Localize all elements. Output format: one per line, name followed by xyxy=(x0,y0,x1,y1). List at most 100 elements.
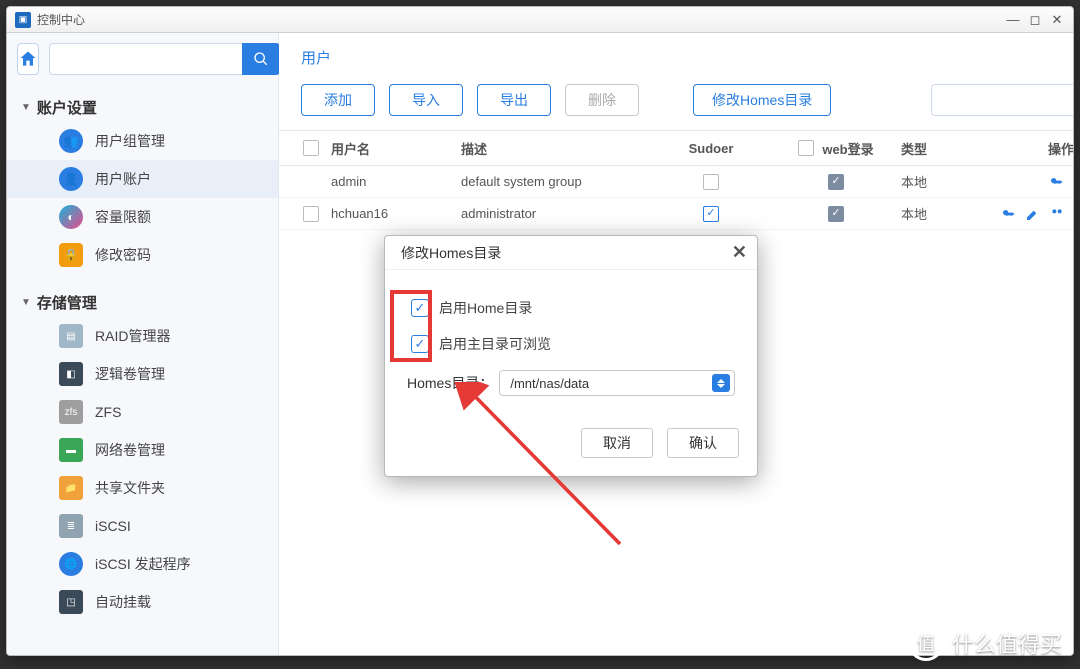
dialog-title: 修改Homes目录 xyxy=(401,243,501,263)
sidebar-item-label: 用户账户 xyxy=(95,169,151,189)
delete-button[interactable]: 删除 xyxy=(565,84,639,116)
section-storage[interactable]: ▼存储管理 xyxy=(7,284,278,317)
maximize-button[interactable]: ◻ xyxy=(1027,12,1043,28)
sidebar: ▼账户设置 👥 用户组管理 👤 用户账户 ◐ 容量限额 🔒 修改密码 ▼存储管理 ▤ RA… xyxy=(7,33,279,655)
user-icon: 👤 xyxy=(59,167,83,191)
key-icon[interactable] xyxy=(1049,174,1065,190)
sidebar-item-quota[interactable]: ◐ 容量限额 xyxy=(7,198,278,236)
sidebar-item-automount[interactable]: ◳ 自动挂载 xyxy=(7,583,278,621)
group-icon[interactable] xyxy=(1049,206,1065,222)
web-checkbox[interactable] xyxy=(828,206,844,222)
cell-desc: administrator xyxy=(461,206,651,221)
dialog-titlebar: 修改Homes目录 ✕ xyxy=(385,236,757,270)
select-all-checkbox[interactable] xyxy=(303,140,319,156)
select-value: /mnt/nas/data xyxy=(510,376,589,391)
sidebar-item-label: 共享文件夹 xyxy=(95,478,165,498)
cancel-button[interactable]: 取消 xyxy=(581,428,653,458)
edit-icon[interactable] xyxy=(1025,206,1041,222)
sidebar-item-lvm[interactable]: ◧ 逻辑卷管理 xyxy=(7,355,278,393)
watermark-badge-icon: 值 xyxy=(908,625,944,661)
lvm-icon: ◧ xyxy=(59,362,83,386)
col-web: web登录 xyxy=(771,139,901,158)
sidebar-search-input[interactable] xyxy=(49,43,242,75)
sidebar-item-raid[interactable]: ▤ RAID管理器 xyxy=(7,317,278,355)
edit-icon[interactable] xyxy=(1073,174,1074,190)
dialog-close-button[interactable]: ✕ xyxy=(732,242,747,263)
table-search-input[interactable] xyxy=(931,84,1074,116)
sidebar-item-label: iSCSI 发起程序 xyxy=(95,554,191,574)
quota-icon: ◐ xyxy=(59,205,83,229)
section-account[interactable]: ▼账户设置 xyxy=(7,89,278,122)
chevron-down-icon: ▼ xyxy=(21,297,31,308)
home-button[interactable] xyxy=(17,43,39,75)
homes-path-select[interactable]: /mnt/nas/data xyxy=(499,370,735,396)
sidebar-item-label: 逻辑卷管理 xyxy=(95,364,165,384)
cell-username: hchuan16 xyxy=(331,206,461,221)
sidebar-item-zfs[interactable]: zfs ZFS xyxy=(7,393,278,431)
sidebar-item-users[interactable]: 👤 用户账户 xyxy=(7,160,278,198)
ok-button[interactable]: 确认 xyxy=(667,428,739,458)
homes-dialog: 修改Homes目录 ✕ 启用Home目录 启用主目录可浏览 Homes目录： /… xyxy=(384,235,758,477)
sidebar-item-nas[interactable]: ▬ 网络卷管理 xyxy=(7,431,278,469)
option-label: 启用主目录可浏览 xyxy=(439,334,551,354)
sidebar-item-label: 修改密码 xyxy=(95,245,151,265)
sidebar-item-label: iSCSI xyxy=(95,518,131,534)
iscsi-icon: ≣ xyxy=(59,514,83,538)
sidebar-item-iscsi[interactable]: ≣ iSCSI xyxy=(7,507,278,545)
annotation-highlight xyxy=(390,290,432,362)
usergroup-icon: 👥 xyxy=(59,129,83,153)
page-title: 用户 xyxy=(279,33,1074,76)
raid-icon: ▤ xyxy=(59,324,83,348)
col-username: 用户名 xyxy=(331,139,461,158)
homes-label: Homes目录： xyxy=(407,373,493,393)
lock-icon: 🔒 xyxy=(59,243,83,267)
app-icon: ▣ xyxy=(15,12,31,28)
import-button[interactable]: 导入 xyxy=(389,84,463,116)
grid-icon[interactable] xyxy=(1073,206,1074,222)
sidebar-search-button[interactable] xyxy=(242,43,280,75)
key-icon[interactable] xyxy=(1001,206,1017,222)
col-type: 类型 xyxy=(901,139,1001,158)
sidebar-item-label: 网络卷管理 xyxy=(95,440,165,460)
zfs-icon: zfs xyxy=(59,400,83,424)
sidebar-item-password[interactable]: 🔒 修改密码 xyxy=(7,236,278,274)
sidebar-item-label: RAID管理器 xyxy=(95,326,170,346)
sidebar-item-label: 容量限额 xyxy=(95,207,151,227)
edit-homes-button[interactable]: 修改Homes目录 xyxy=(693,84,831,116)
nas-icon: ▬ xyxy=(59,438,83,462)
col-sudoer: Sudoer xyxy=(651,141,771,156)
option-label: 启用Home目录 xyxy=(439,298,532,318)
sidebar-item-label: 自动挂载 xyxy=(95,592,151,612)
window-title: 控制中心 xyxy=(37,11,85,28)
titlebar: ▣ 控制中心 — ◻ ✕ xyxy=(7,7,1073,33)
web-checkbox[interactable] xyxy=(828,174,844,190)
mount-icon: ◳ xyxy=(59,590,83,614)
sidebar-item-share[interactable]: 📁共享文件夹 xyxy=(7,469,278,507)
table-header: 用户名 描述 Sudoer web登录 类型 操作 xyxy=(279,130,1074,166)
close-button[interactable]: ✕ xyxy=(1049,12,1065,28)
minimize-button[interactable]: — xyxy=(1005,12,1021,28)
table-row: admin default system group 本地 xyxy=(279,166,1074,198)
row-checkbox[interactable] xyxy=(303,206,319,222)
search-icon xyxy=(253,51,269,67)
sidebar-search xyxy=(49,43,280,75)
option-home-browsable[interactable]: 启用主目录可浏览 xyxy=(407,334,735,354)
sudoer-checkbox[interactable] xyxy=(703,174,719,190)
sudoer-checkbox[interactable] xyxy=(703,206,719,222)
sidebar-item-usergroup[interactable]: 👥 用户组管理 xyxy=(7,122,278,160)
table-row: hchuan16 administrator 本地 xyxy=(279,198,1074,230)
col-description: 描述 xyxy=(461,139,651,158)
globe-icon: 🌐 xyxy=(59,552,83,576)
home-icon xyxy=(18,49,38,69)
sidebar-item-iscsi-initiator[interactable]: 🌐 iSCSI 发起程序 xyxy=(7,545,278,583)
option-enable-home[interactable]: 启用Home目录 xyxy=(407,298,735,318)
sidebar-item-label: 用户组管理 xyxy=(95,131,165,151)
cell-username: admin xyxy=(331,174,461,189)
web-all-checkbox[interactable] xyxy=(798,140,814,156)
export-button[interactable]: 导出 xyxy=(477,84,551,116)
cell-type: 本地 xyxy=(901,172,1001,191)
watermark-text: 什么值得买 xyxy=(952,627,1062,659)
sidebar-item-label: ZFS xyxy=(95,404,121,420)
table-search xyxy=(931,84,1074,116)
add-button[interactable]: 添加 xyxy=(301,84,375,116)
